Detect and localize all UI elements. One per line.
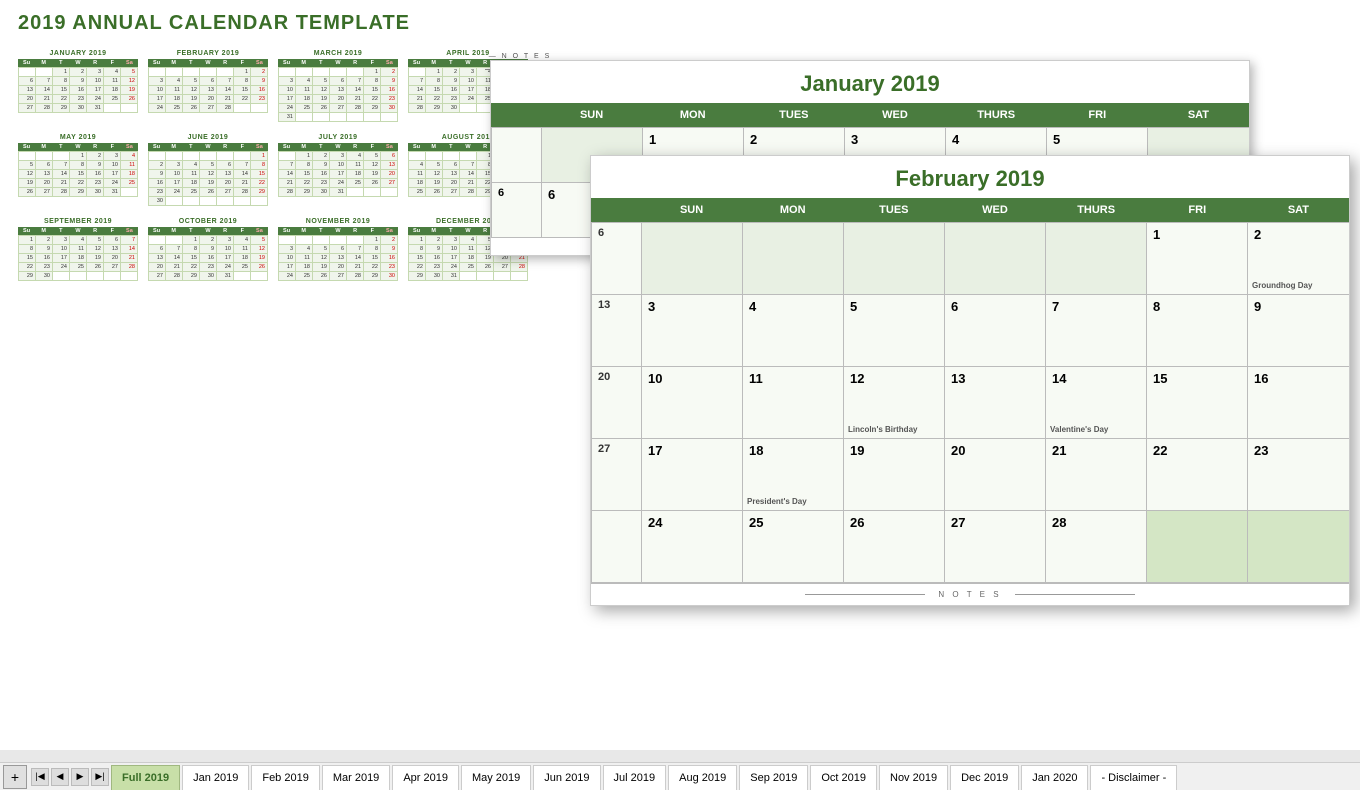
tab-jan-2019[interactable]: Jan 2019: [182, 765, 249, 790]
tab-bar: + |◀ ◀ ▶ ▶| Full 2019 Jan 2019 Feb 2019 …: [0, 762, 1360, 790]
tab-apr-2019[interactable]: Apr 2019: [392, 765, 459, 790]
large-cal-jan-header: SUN MON TUES WED THURS FRI SAT: [491, 103, 1249, 127]
main-area: 2019 ANNUAL CALENDAR TEMPLATE JANUARY 20…: [0, 0, 1360, 750]
tab-feb-2019[interactable]: Feb 2019: [251, 765, 319, 790]
small-cal-jan: JANUARY 2019 SuMTWRFSa 12345 6789101112 …: [18, 50, 138, 122]
tab-jul-2019[interactable]: Jul 2019: [603, 765, 667, 790]
add-sheet-button[interactable]: +: [3, 765, 27, 789]
small-calendars: JANUARY 2019 SuMTWRFSa 12345 6789101112 …: [18, 50, 528, 293]
small-cal-may-title: MAY 2019: [18, 134, 138, 141]
small-cal-row-2: MAY 2019 SuMTWRFSa 1234 567891011 121314…: [18, 134, 528, 206]
tab-nav-last[interactable]: ▶|: [91, 768, 109, 786]
small-cal-mar-header: SuMTWRFSa: [278, 59, 398, 67]
page-title: 2019 ANNUAL CALENDAR TEMPLATE: [18, 12, 410, 35]
small-cal-oct-title: OCTOBER 2019: [148, 218, 268, 225]
tab-nav-prev[interactable]: ◀: [51, 768, 69, 786]
week-num-3: 20: [592, 367, 642, 439]
small-cal-feb-title: FEBRUARY 2019: [148, 50, 268, 57]
small-cal-mar-title: MARCH 2019: [278, 50, 398, 57]
small-cal-mar: MARCH 2019 SuMTWRFSa 12 3456789 10111213…: [278, 50, 398, 122]
small-cal-nov: NOVEMBER 2019 SuMTWRFSa 12 3456789 10111…: [278, 218, 398, 281]
small-cal-sep-title: SEPTEMBER 2019: [18, 218, 138, 225]
tab-nav-next[interactable]: ▶: [71, 768, 89, 786]
large-cal-feb-title: February 2019: [591, 156, 1349, 198]
small-cal-jul-title: JULY 2019: [278, 134, 398, 141]
large-cal-feb-header: SUN MON TUES WED THURS FRI SAT: [591, 198, 1349, 222]
tab-jun-2019[interactable]: Jun 2019: [533, 765, 600, 790]
small-cal-feb-body: 12 3456789 10111213141516 17181920212223…: [148, 67, 268, 113]
small-cal-jan-body: 12345 6789101112 13141516171819 20212223…: [18, 67, 138, 113]
small-cal-jan-title: JANUARY 2019: [18, 50, 138, 57]
tab-full-2019[interactable]: Full 2019: [111, 765, 180, 790]
tab-mar-2019[interactable]: Mar 2019: [322, 765, 390, 790]
small-cal-row-3: SEPTEMBER 2019 SuMTWRFSa 1234567 8910111…: [18, 218, 528, 281]
small-cal-nov-title: NOVEMBER 2019: [278, 218, 398, 225]
small-cal-sep: SEPTEMBER 2019 SuMTWRFSa 1234567 8910111…: [18, 218, 138, 281]
small-cal-row-1: JANUARY 2019 SuMTWRFSa 12345 6789101112 …: [18, 50, 528, 122]
week-num-4: 27: [592, 439, 642, 511]
tab-may-2019[interactable]: May 2019: [461, 765, 531, 790]
large-cal-jan-title: January 2019: [491, 61, 1249, 103]
small-cal-jun: JUNE 2019 SuMTWRFSa 1 2345678 9101112131…: [148, 134, 268, 206]
tab-sep-2019[interactable]: Sep 2019: [739, 765, 808, 790]
large-cal-feb-notes-footer: N O T E S: [591, 583, 1349, 605]
small-cal-may: MAY 2019 SuMTWRFSa 1234 567891011 121314…: [18, 134, 138, 206]
small-cal-jun-title: JUNE 2019: [148, 134, 268, 141]
week-num-1: 6: [592, 223, 642, 295]
small-cal-feb-header: SuMTWRFSa: [148, 59, 268, 67]
tab-oct-2019[interactable]: Oct 2019: [810, 765, 877, 790]
small-cal-oct: OCTOBER 2019 SuMTWRFSa 12345 6789101112 …: [148, 218, 268, 281]
large-cal-february: February 2019 SUN MON TUES WED THURS FRI…: [590, 155, 1350, 606]
large-cal-feb-body: 6 1 2 Groundhog Day 13 3 4 5 6 7 8 9 20: [591, 222, 1349, 583]
tab-nov-2019[interactable]: Nov 2019: [879, 765, 948, 790]
small-cal-feb: FEBRUARY 2019 SuMTWRFSa 12 3456789 10111…: [148, 50, 268, 122]
tab-jan-2020[interactable]: Jan 2020: [1021, 765, 1088, 790]
tab-aug-2019[interactable]: Aug 2019: [668, 765, 737, 790]
small-cal-jul: JULY 2019 SuMTWRFSa 123456 78910111213 1…: [278, 134, 398, 206]
week-num-2: 13: [592, 295, 642, 367]
small-cal-jan-header: SuMTWRFSa: [18, 59, 138, 67]
tab-disclaimer[interactable]: - Disclaimer -: [1090, 765, 1177, 790]
small-cal-mar-body: 12 3456789 10111213141516 17181920212223…: [278, 67, 398, 122]
tab-nav-first[interactable]: |◀: [31, 768, 49, 786]
tab-dec-2019[interactable]: Dec 2019: [950, 765, 1019, 790]
